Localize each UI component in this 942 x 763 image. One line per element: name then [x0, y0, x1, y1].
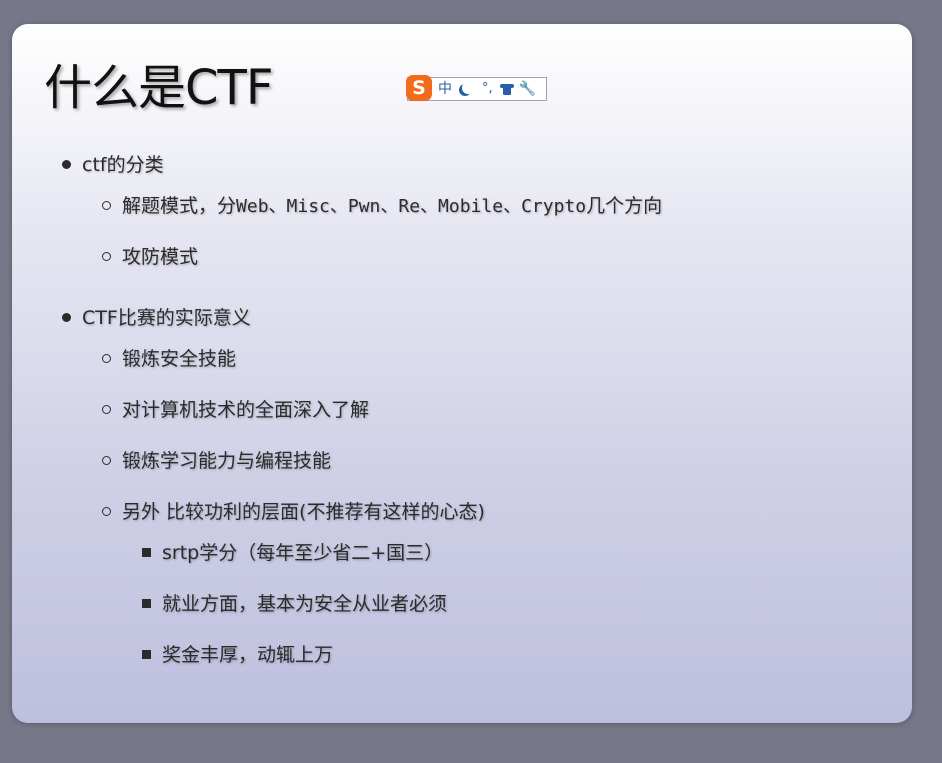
bullet-list: ctf的分类 解题模式，分Web、Misc、Pwn、Re、Mobile、Cryp…	[12, 24, 912, 723]
list-item: 对计算机技术的全面深入了解	[102, 397, 370, 423]
list-item-label: 锻炼学习能力与编程技能	[122, 450, 332, 472]
square-bullet-icon	[142, 650, 151, 659]
list-item-label: 奖金丰厚，动辄上万	[162, 644, 334, 666]
list-item-label: ctf的分类	[82, 154, 164, 176]
list-item-label: 攻防模式	[122, 246, 199, 268]
list-item-ctf-categories: ctf的分类	[62, 152, 164, 178]
list-item: srtp学分（每年至少省二+国三）	[142, 540, 444, 566]
list-item: 锻炼安全技能	[102, 346, 237, 372]
list-item-prefix: 解题模式，分	[122, 195, 237, 217]
circle-bullet-icon	[102, 252, 111, 261]
square-bullet-icon	[142, 599, 151, 608]
circle-bullet-icon	[102, 507, 111, 516]
list-item-label: 就业方面，基本为安全从业者必须	[162, 593, 448, 615]
circle-bullet-icon	[102, 456, 111, 465]
list-item-attack-defense: 攻防模式	[102, 244, 199, 270]
disc-bullet-icon	[62, 313, 71, 322]
list-item: 奖金丰厚，动辄上万	[142, 642, 334, 668]
list-item-categories: Web、Misc、Pwn、Re、Mobile、Crypto	[236, 196, 587, 217]
list-item-label: CTF比赛的实际意义	[82, 307, 251, 329]
list-item-label: 另外 比较功利的层面(不推荐有这样的心态)	[122, 501, 485, 523]
list-item-label: srtp学分（每年至少省二+国三）	[162, 542, 444, 564]
list-item: 锻炼学习能力与编程技能	[102, 448, 332, 474]
list-item-label: 对计算机技术的全面深入了解	[122, 399, 370, 421]
disc-bullet-icon	[62, 160, 71, 169]
list-item-ctf-significance: CTF比赛的实际意义	[62, 305, 251, 331]
list-item-label: 锻炼安全技能	[122, 348, 237, 370]
circle-bullet-icon	[102, 405, 111, 414]
circle-bullet-icon	[102, 354, 111, 363]
list-item-solve-mode: 解题模式，分Web、Misc、Pwn、Re、Mobile、Crypto几个方向	[102, 193, 663, 220]
list-item: 另外 比较功利的层面(不推荐有这样的心态)	[102, 499, 485, 525]
list-item: 就业方面，基本为安全从业者必须	[142, 591, 448, 617]
square-bullet-icon	[142, 548, 151, 557]
slide: 什么是CTF S 中 °, 🔧 ctf的分类 解题模式，分Web、Misc、Pw…	[12, 24, 912, 723]
list-item-suffix: 几个方向	[586, 195, 663, 217]
circle-bullet-icon	[102, 201, 111, 210]
